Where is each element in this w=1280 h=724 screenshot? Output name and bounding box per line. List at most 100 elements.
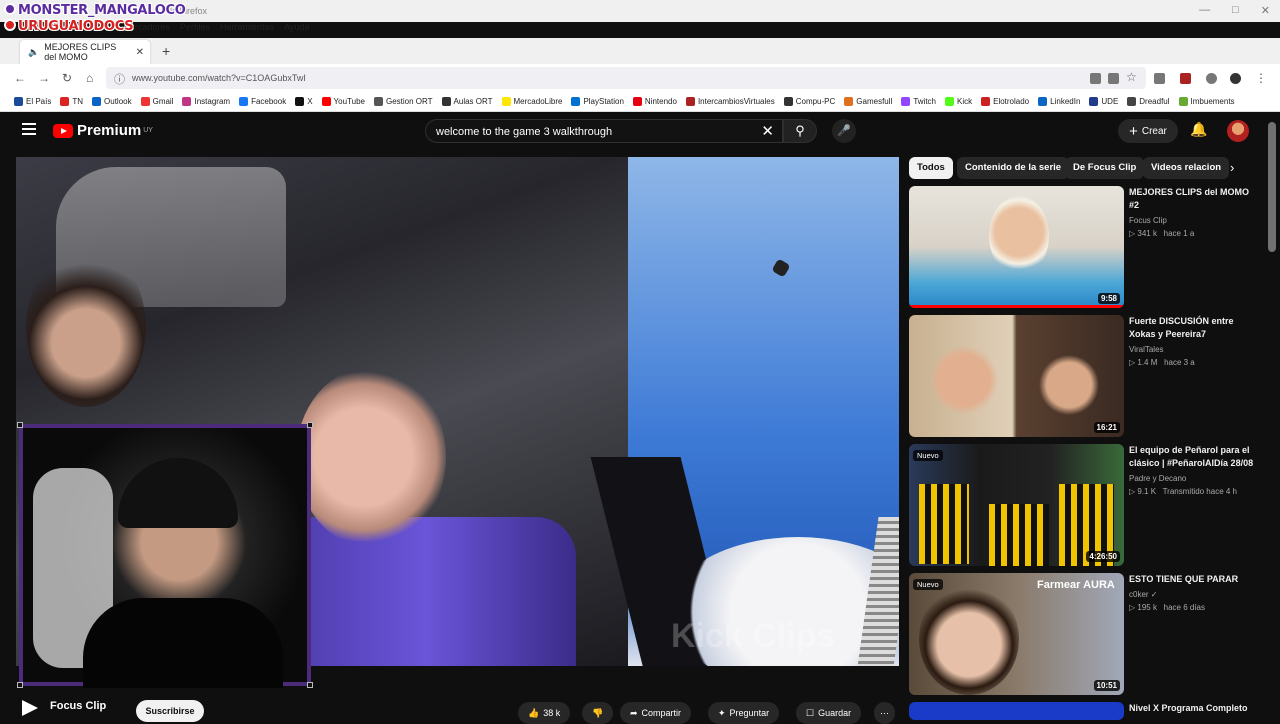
video-channel[interactable]: Padre y Decano <box>1129 474 1186 483</box>
more-actions-button[interactable]: ⋯ <box>874 702 895 724</box>
bookmark-item[interactable]: Gmail <box>140 97 173 106</box>
address-bar[interactable]: ⓘ www.youtube.com/watch?v=C1OAGubxTwI <box>106 67 1146 89</box>
site-info-icon[interactable]: ⓘ <box>114 71 125 87</box>
bookmark-item[interactable]: UDE <box>1089 97 1118 106</box>
home-icon[interactable]: ⌂ <box>86 71 93 85</box>
search-button[interactable]: ⚲ <box>783 119 817 143</box>
recommendation-item[interactable]: Nivel X Programa Completo <box>909 702 1254 720</box>
like-button[interactable]: 👍 38 k <box>518 702 571 724</box>
new-tab-icon[interactable]: + <box>162 43 170 59</box>
share-button[interactable]: ➦ Compartir <box>620 702 692 724</box>
bookmark-item[interactable]: Imbuements <box>1178 97 1235 106</box>
tab-youtube[interactable]: 🔈 MEJORES CLIPS del MOMO ✕ <box>20 40 150 64</box>
ask-button[interactable]: ✦ Preguntar <box>708 702 780 724</box>
menu-item-bookmarks[interactable]: arcadores <box>130 22 170 36</box>
notifications-bell-icon[interactable]: 🔔 <box>1190 121 1207 138</box>
page-scrollbar[interactable] <box>1264 112 1280 720</box>
menu-item-profiles[interactable]: Perfiles <box>180 22 210 36</box>
close-tab-icon[interactable]: ✕ <box>136 47 144 58</box>
clear-search-icon[interactable]: ✕ <box>761 122 774 140</box>
minimize-icon[interactable]: — <box>1199 4 1210 17</box>
sync-icon[interactable] <box>1206 73 1217 84</box>
create-button[interactable]: + Crear <box>1118 119 1178 143</box>
menu-item-tools[interactable]: Herramientas <box>220 22 274 36</box>
bookmark-item[interactable]: Aulas ORT <box>441 97 493 106</box>
forward-icon[interactable]: → <box>38 71 50 85</box>
chip-series[interactable]: Contenido de la serie <box>957 157 1070 179</box>
channel-label: c0ker <box>1129 590 1149 599</box>
recommendation-item[interactable]: 16:21 Fuerte DISCUSIÓN entre Xokas y Pee… <box>909 315 1254 439</box>
channel-name[interactable]: Focus Clip <box>50 700 106 712</box>
video-thumbnail[interactable]: Nuevo 4:26:50 <box>909 444 1124 566</box>
video-title[interactable]: MEJORES CLIPS del MOMO #2 <box>1129 186 1254 212</box>
reload-icon[interactable]: ↻ <box>62 71 72 85</box>
video-thumbnail[interactable]: 16:21 <box>909 315 1124 437</box>
video-channel[interactable]: c0ker ✓ <box>1129 590 1158 599</box>
speaker-icon[interactable]: 🔈 <box>28 47 39 58</box>
bookmark-item[interactable]: Instagram <box>182 97 230 106</box>
scrollbar-thumb[interactable] <box>1268 122 1276 252</box>
voice-search-button[interactable]: 🎤 <box>832 119 856 143</box>
bookmark-item[interactable]: PlayStation <box>571 97 624 106</box>
bookmark-item[interactable]: TN <box>60 97 83 106</box>
reader-icon[interactable] <box>1108 73 1119 84</box>
bookmark-star-icon[interactable]: ☆ <box>1126 70 1137 84</box>
view-count: 1.4 M <box>1137 358 1158 367</box>
video-title[interactable]: ESTO TIENE QUE PARAR <box>1129 573 1254 586</box>
maximize-icon[interactable]: □ <box>1232 4 1239 17</box>
video-channel[interactable]: ViralTales <box>1129 345 1164 354</box>
bookmark-item[interactable]: Dreadful <box>1127 97 1170 106</box>
save-button[interactable]: ☐ Guardar <box>796 702 862 724</box>
recommendation-item[interactable]: Farmear AURA Nuevo 10:51 ESTO TIENE QUE … <box>909 573 1254 697</box>
watch-progress-bar <box>909 305 1124 308</box>
bookmark-label: IntercambiosVirtuales <box>697 97 775 106</box>
video-title[interactable]: Nivel X Programa Completo <box>1129 702 1254 715</box>
video-thumbnail[interactable] <box>909 702 1124 720</box>
menu-item-help[interactable]: Ayuda <box>284 22 309 36</box>
bookmark-item[interactable]: YouTube <box>321 97 365 106</box>
bookmark-item[interactable]: Gestion ORT <box>373 97 433 106</box>
extensions-icon[interactable] <box>1154 73 1165 84</box>
recommendation-item[interactable]: 9:58 MEJORES CLIPS del MOMO #2 Focus Cli… <box>909 186 1254 310</box>
overlay-logo-text: MONSTER_MANGALOCO <box>18 3 186 18</box>
video-thumbnail[interactable]: 9:58 <box>909 186 1124 308</box>
account-icon[interactable] <box>1230 73 1241 84</box>
share-label: Compartir <box>641 708 682 718</box>
channel-avatar-icon[interactable] <box>22 700 38 716</box>
video-thumbnail[interactable]: Farmear AURA Nuevo 10:51 <box>909 573 1124 695</box>
avatar[interactable] <box>1227 120 1249 142</box>
chevron-right-icon[interactable]: › <box>1230 160 1234 175</box>
bookmark-item[interactable]: Gamesfull <box>844 97 892 106</box>
picture-in-picture-icon[interactable] <box>1090 73 1101 84</box>
bookmark-item[interactable]: Compu-PC <box>783 97 835 106</box>
bookmark-item[interactable]: Twitch <box>901 97 936 106</box>
chip-all[interactable]: Todos <box>909 157 953 179</box>
back-icon[interactable]: ← <box>14 71 26 85</box>
bookmark-item[interactable]: Facebook <box>239 97 286 106</box>
dislike-button[interactable]: 👎 <box>582 702 614 724</box>
bookmark-item[interactable]: El País <box>14 97 51 106</box>
close-window-icon[interactable]: ✕ <box>1261 4 1270 17</box>
chip-related[interactable]: Videos relacion <box>1143 157 1230 179</box>
video-title[interactable]: El equipo de Peñarol para el clásico | #… <box>1129 444 1254 470</box>
bookmark-item[interactable]: X <box>295 97 313 106</box>
bookmark-item[interactable]: MercadoLibre <box>501 97 562 106</box>
video-title[interactable]: Fuerte DISCUSIÓN entre Xokas y Peereira7 <box>1129 315 1254 341</box>
extension-badge-icon[interactable] <box>1180 73 1191 84</box>
app-menu-icon[interactable]: ⋮ <box>1255 71 1267 85</box>
create-label: Crear <box>1141 125 1167 137</box>
bookmark-item[interactable]: Kick <box>944 97 972 106</box>
video-channel[interactable]: Focus Clip <box>1129 216 1167 225</box>
chip-channel[interactable]: De Focus Clip <box>1065 157 1145 179</box>
bookmark-item[interactable]: IntercambiosVirtuales <box>685 97 775 106</box>
bookmark-item[interactable]: Outlook <box>92 97 132 106</box>
subscribe-button[interactable]: Suscribirse <box>136 700 204 722</box>
recommendation-item[interactable]: Nuevo 4:26:50 El equipo de Peñarol para … <box>909 444 1254 568</box>
upload-age: hace 3 a <box>1164 358 1195 367</box>
search-input[interactable]: welcome to the game 3 walkthrough ✕ <box>425 119 783 143</box>
menu-icon[interactable] <box>22 123 36 135</box>
bookmark-item[interactable]: Nintendo <box>632 97 677 106</box>
bookmark-item[interactable]: Elotrolado <box>981 97 1029 106</box>
youtube-logo[interactable]: Premium UY <box>53 122 153 139</box>
bookmark-item[interactable]: LinkedIn <box>1038 97 1080 106</box>
